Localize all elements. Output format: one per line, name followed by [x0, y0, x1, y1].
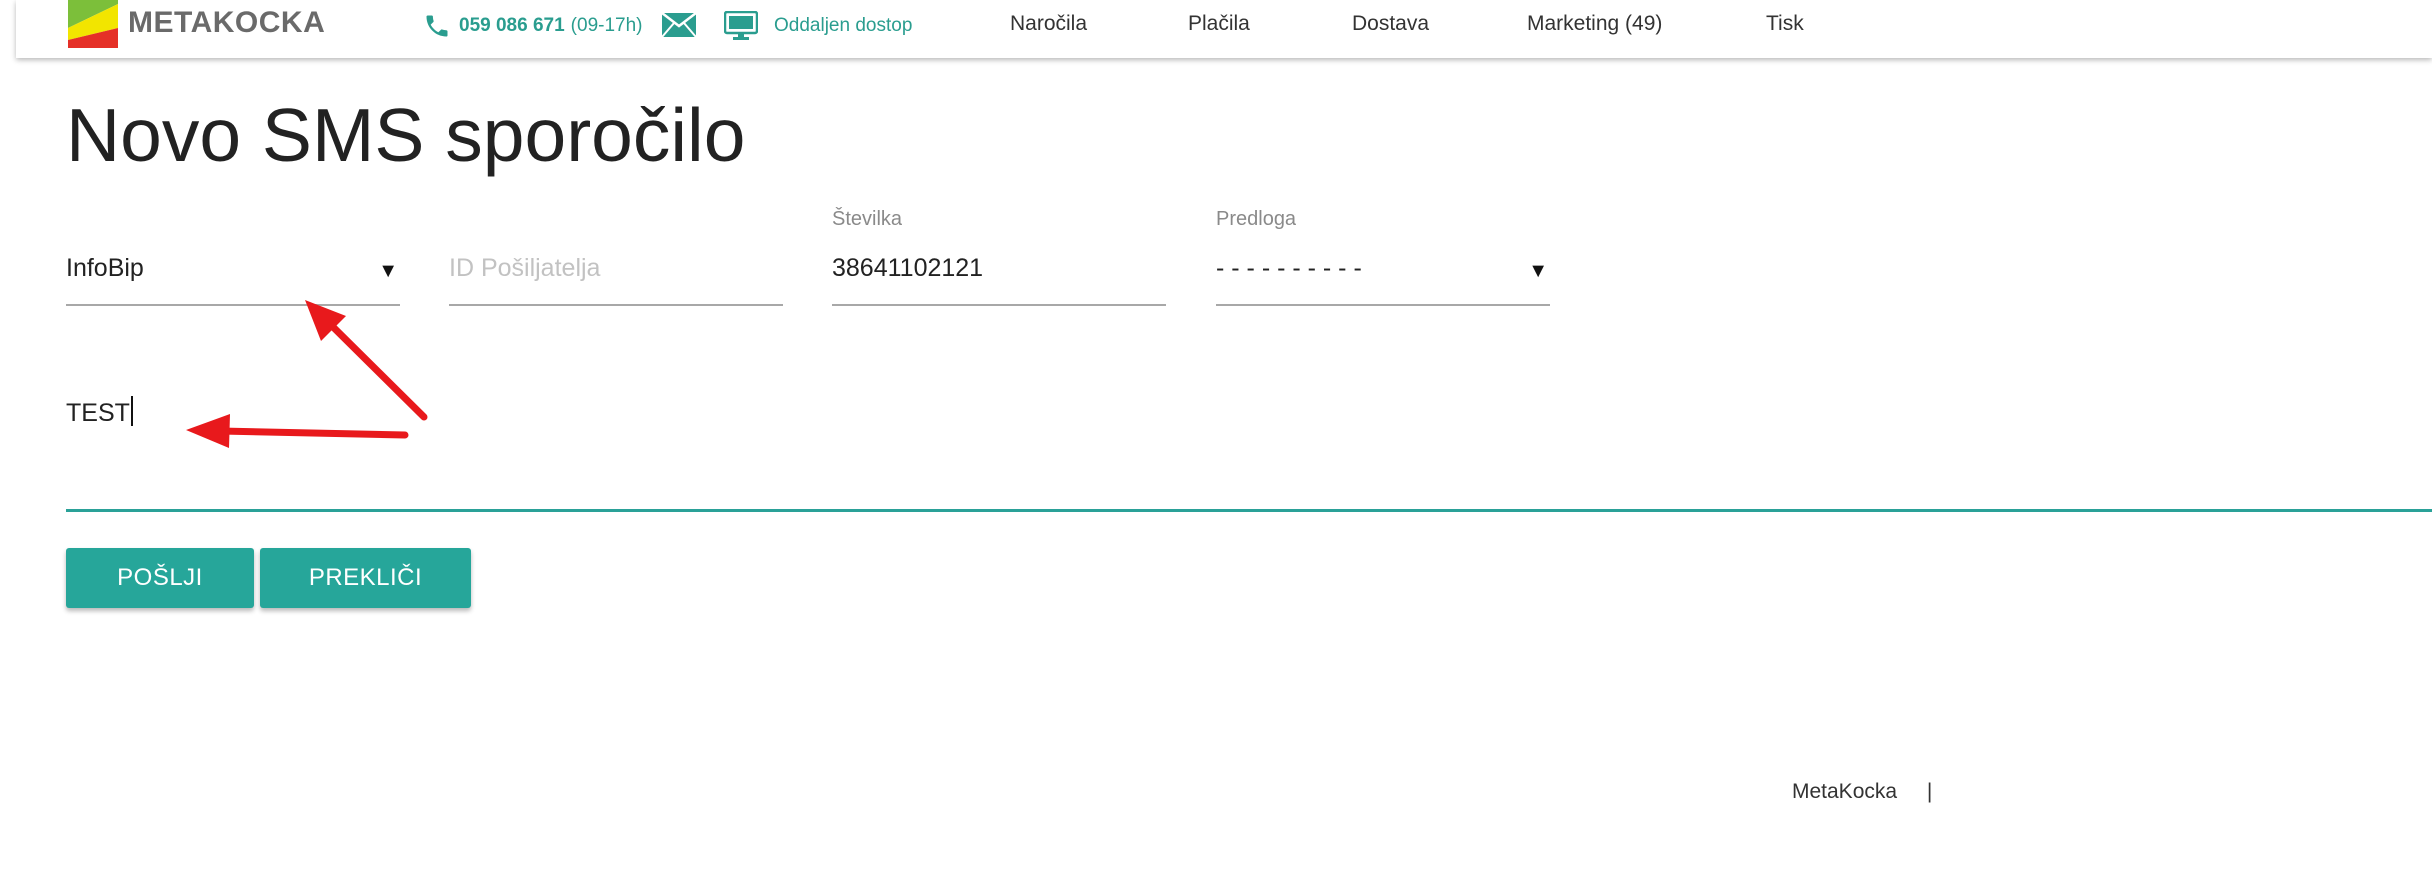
field-underline [1216, 304, 1550, 306]
field-underline [832, 304, 1166, 306]
remote-access-link[interactable]: Oddaljen dostop [724, 8, 912, 44]
nav-delivery[interactable]: Dostava [1352, 12, 1429, 36]
phone-contact[interactable]: 059 086 671 (09-17h) [423, 8, 643, 44]
chevron-down-icon: ▼ [1528, 260, 1548, 282]
top-navigation-bar: METAKOCKA 059 086 671 (09-17h) Oddaljen … [16, 0, 2432, 58]
cancel-button[interactable]: PREKLIČI [260, 548, 471, 608]
template-select[interactable]: Predloga - - - - - - - - - - ▼ [1216, 200, 1550, 306]
nav-print[interactable]: Tisk [1766, 12, 1804, 36]
arrow-to-message-icon [186, 414, 409, 448]
phone-icon [426, 15, 448, 37]
footer-separator: | [1926, 780, 1933, 803]
template-selected-value: - - - - - - - - - - [1216, 254, 1362, 282]
number-label: Številka [832, 208, 903, 230]
page-title: Novo SMS sporočilo [66, 93, 746, 177]
phone-number: 059 086 671 [459, 15, 565, 36]
nav-payments[interactable]: Plačila [1188, 12, 1250, 36]
number-input[interactable]: Številka 38641102121 [832, 200, 1166, 306]
field-underline [449, 304, 783, 306]
footer: MetaKocka | [1792, 780, 1932, 804]
nav-marketing[interactable]: Marketing (49) [1527, 12, 1662, 36]
nav-orders[interactable]: Naročila [1010, 12, 1087, 36]
remote-access-label: Oddaljen dostop [774, 15, 913, 36]
text-cursor [130, 396, 133, 426]
logo-text: METAKOCKA [128, 6, 326, 39]
footer-brand-link[interactable]: MetaKocka [1792, 780, 1897, 803]
mail-icon[interactable] [661, 12, 697, 38]
monitor-icon [724, 11, 758, 40]
phone-hours: (09-17h) [570, 15, 643, 36]
template-label: Predloga [1216, 208, 1297, 230]
arrow-to-provider-icon [305, 300, 428, 421]
sender-id-input[interactable]: ID Pošiljatelja [449, 200, 783, 306]
sender-id-placeholder: ID Pošiljatelja [449, 254, 601, 282]
provider-selected-value: InfoBip [66, 254, 144, 282]
message-underline [66, 509, 2432, 512]
message-textarea[interactable]: TEST [66, 396, 133, 428]
chevron-down-icon: ▼ [378, 260, 398, 282]
message-text: TEST [66, 399, 130, 427]
field-underline [66, 304, 400, 306]
provider-select[interactable]: InfoBip ▼ [66, 200, 400, 306]
send-button[interactable]: POŠLJI [66, 548, 254, 608]
number-value: 38641102121 [832, 254, 984, 282]
logo-cube-icon [68, 0, 118, 48]
